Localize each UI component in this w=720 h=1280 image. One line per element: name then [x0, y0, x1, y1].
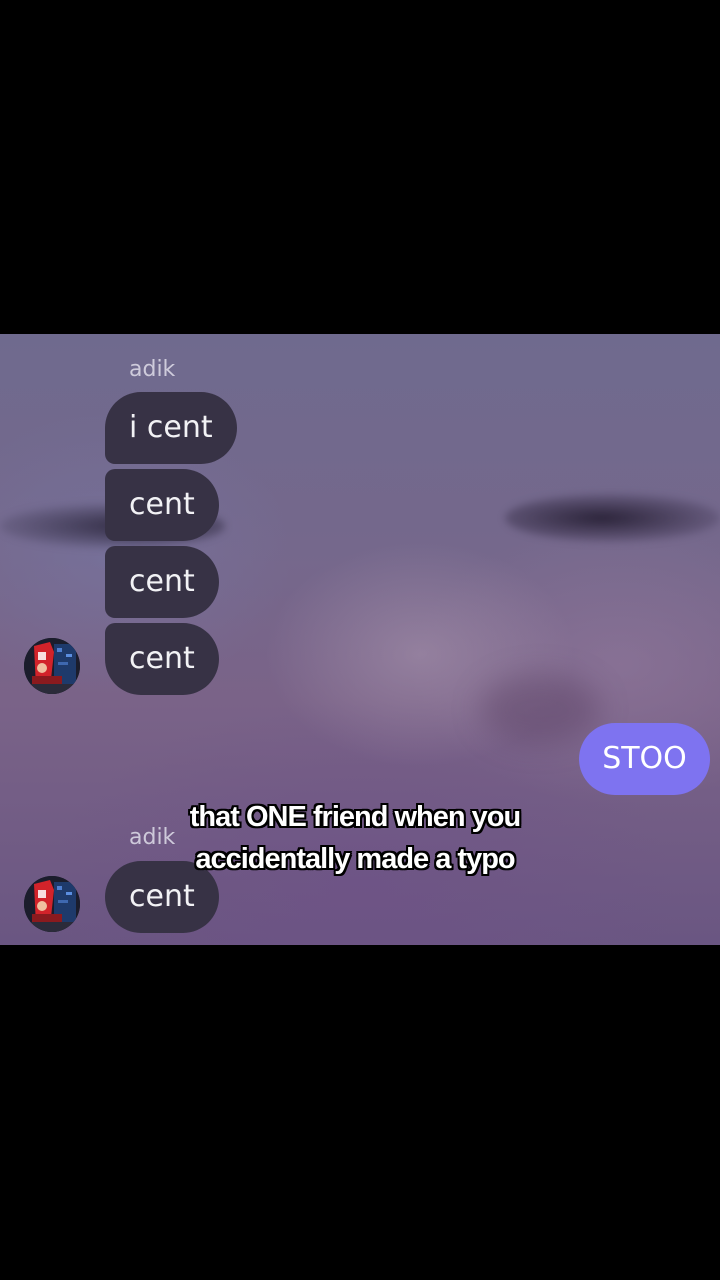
video-frame: adik i cent cent cent cent STOO adik cen…: [0, 334, 720, 945]
sender-avatar[interactable]: [24, 876, 80, 932]
background-shadow: [480, 674, 600, 744]
message-bubble[interactable]: cent: [105, 469, 219, 541]
message-bubble[interactable]: cent: [105, 623, 219, 695]
avatar-image: [24, 876, 80, 932]
my-message-bubble[interactable]: STOO: [579, 723, 710, 795]
sender-avatar[interactable]: [24, 638, 80, 694]
meme-caption: that ONE friend when you accidentally ma…: [189, 801, 521, 875]
sender-name: adik: [129, 357, 176, 382]
background-eye-right: [505, 494, 720, 542]
message-bubble[interactable]: i cent: [105, 392, 237, 464]
message-bubble[interactable]: cent: [105, 546, 219, 618]
avatar-image: [24, 638, 80, 694]
